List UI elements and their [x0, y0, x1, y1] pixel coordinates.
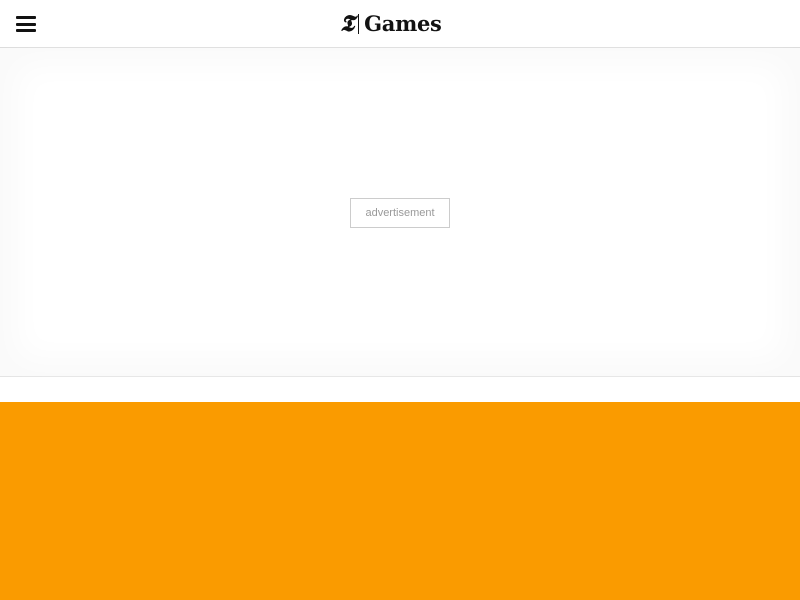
top-header: 𝕿 Games [0, 0, 800, 48]
nyt-games-logo[interactable]: 𝕿 Games [340, 11, 442, 37]
game-content-area [0, 402, 800, 600]
hamburger-menu-icon [16, 16, 36, 19]
hamburger-menu-icon-bar [16, 22, 36, 26]
logo-text: Games [364, 11, 442, 36]
menu-button[interactable] [12, 11, 40, 37]
hamburger-menu-icon-bar [16, 29, 36, 32]
advertisement-region: advertisement [0, 48, 800, 377]
logo-divider [358, 14, 360, 34]
nyt-logo-icon: 𝕿 [340, 10, 355, 37]
advertisement-label: advertisement [350, 198, 450, 228]
